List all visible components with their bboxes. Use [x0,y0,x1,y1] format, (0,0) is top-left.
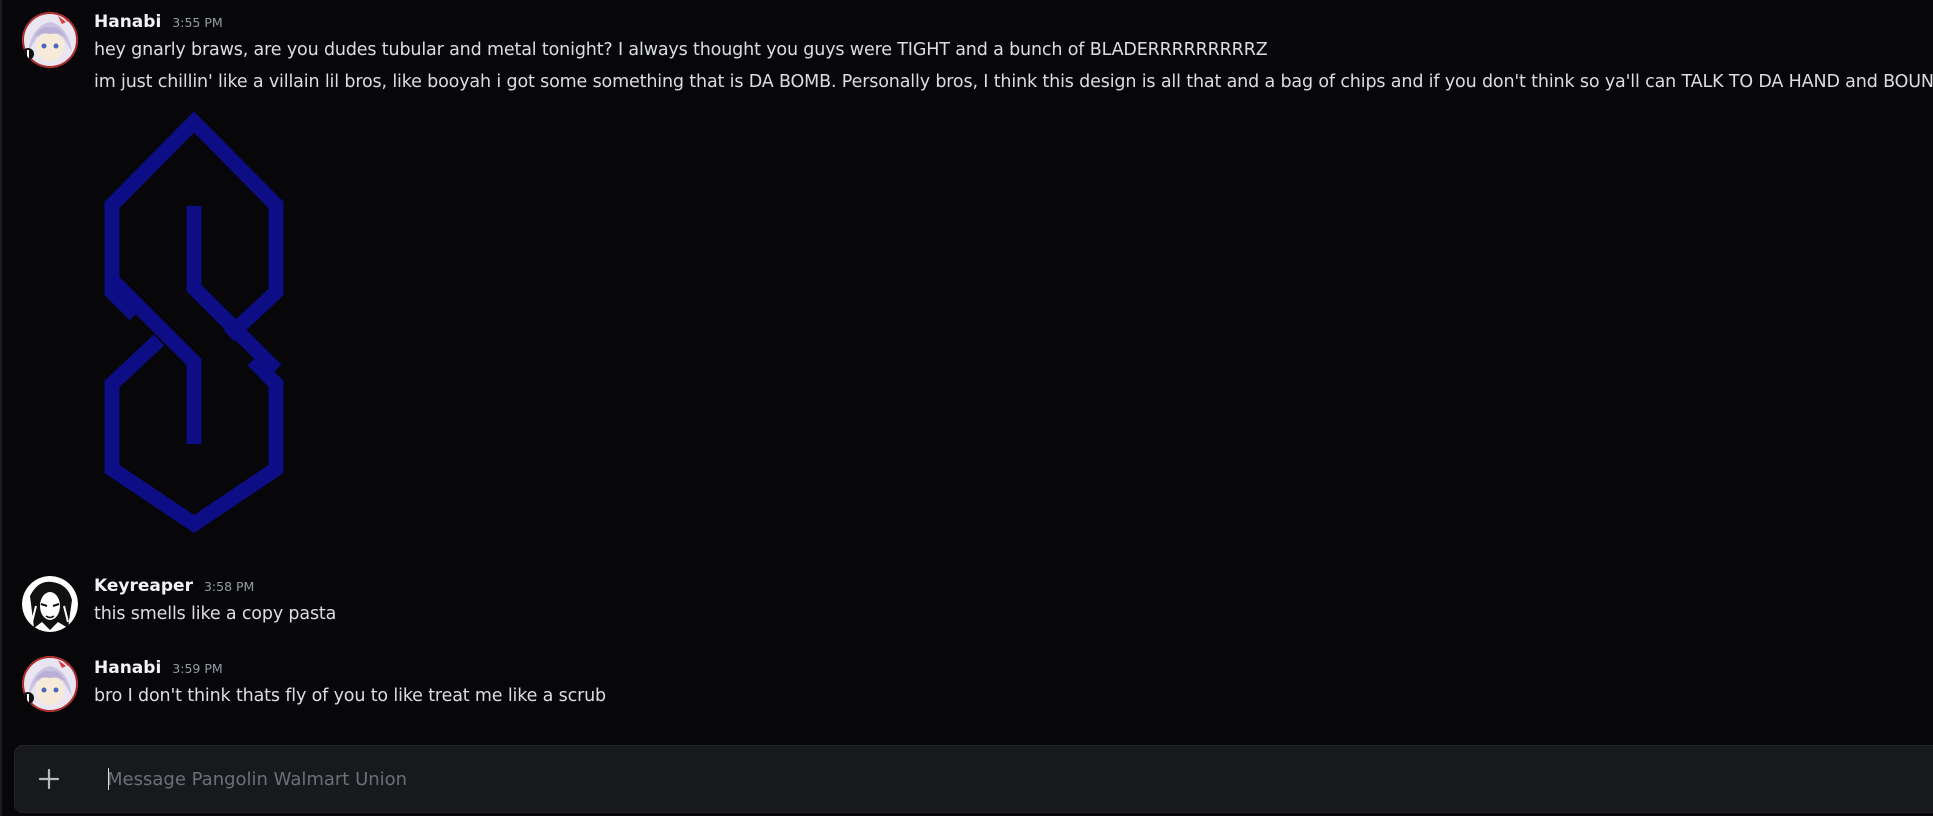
timestamp[interactable]: 3:55 PM [172,15,222,30]
blue-s-logo-icon [104,111,284,534]
username[interactable]: Hanabi [94,12,161,32]
timestamp[interactable]: 3:59 PM [172,661,222,676]
username[interactable]: Keyreaper [94,576,193,596]
message-input[interactable] [93,760,1873,798]
message-header: Hanabi 3:55 PM [94,12,223,36]
message-text: bro I don't think thats fly of you to li… [94,686,607,706]
message-text: hey gnarly braws, are you dudes tubular … [94,40,1268,60]
text-caret [108,768,109,790]
avatar-keyreaper[interactable] [22,576,78,632]
avatar-hanabi[interactable] [22,656,78,712]
timestamp[interactable]: 3:58 PM [204,579,254,594]
message-text: this smells like a copy pasta [94,604,337,624]
message-composer [14,745,1933,813]
message-header: Keyreaper 3:58 PM [94,576,254,600]
avatar-hanabi[interactable] [22,12,78,68]
image-attachment[interactable] [94,110,294,540]
panel-divider [0,0,2,816]
message-header: Hanabi 3:59 PM [94,658,223,682]
plus-icon[interactable] [35,765,63,793]
username[interactable]: Hanabi [94,658,161,678]
message-text: im just chillin' like a villain lil bros… [94,72,1933,92]
